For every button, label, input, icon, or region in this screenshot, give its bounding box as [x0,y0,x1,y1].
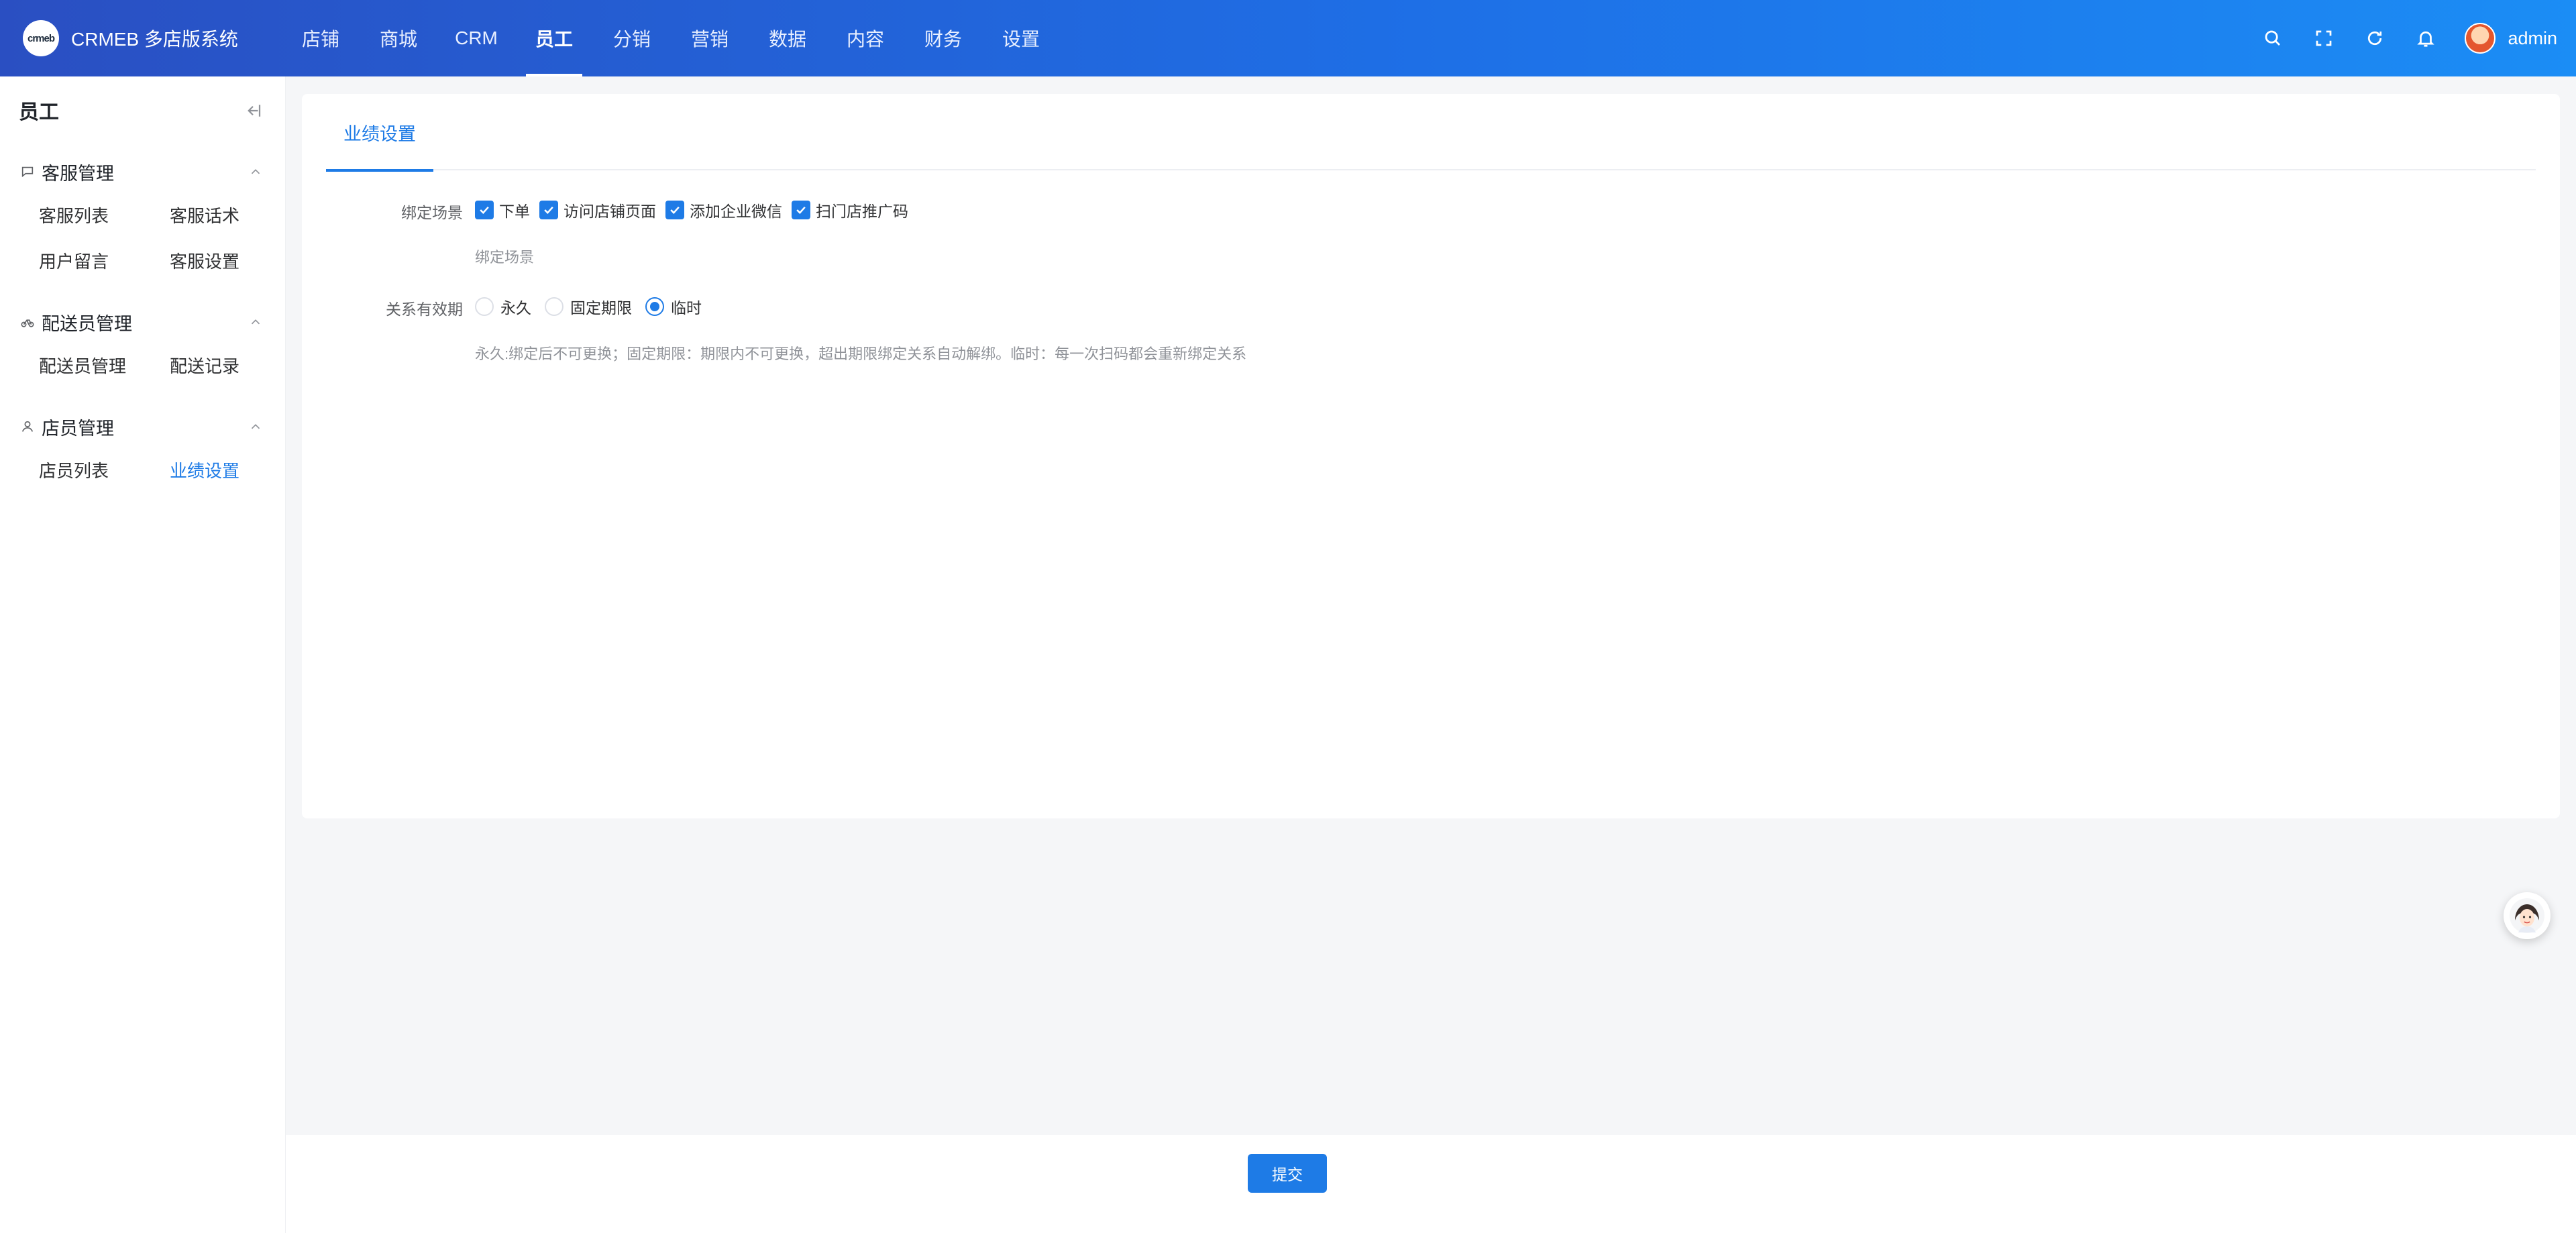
radio-temporary[interactable] [645,297,664,316]
sidebar-item-cs-phrases[interactable]: 客服话术 [170,192,301,237]
nav-item-data[interactable]: 数据 [749,0,826,76]
checkbox-label[interactable]: 添加企业微信 [690,199,782,221]
checkbox-label[interactable]: 访问店铺页面 [564,199,656,221]
nav-item-distribution[interactable]: 分销 [593,0,671,76]
checkbox-scan-promo-code[interactable] [792,201,810,219]
check-icon [544,206,553,214]
relation-period-options: 永久 固定期限 临时 [475,295,715,318]
chat-icon [21,166,34,178]
sidebar-group-head[interactable]: 配送员管理 [0,302,286,342]
sidebar-item-user-messages[interactable]: 用户留言 [39,237,170,283]
refresh-icon[interactable] [2349,18,2400,58]
nav-item-store[interactable]: 店铺 [282,0,360,76]
relation-period-label: 关系有效期 [386,301,463,318]
tab-performance-settings[interactable]: 业绩设置 [326,94,433,172]
nav-item-finance[interactable]: 财务 [904,0,982,76]
logo-icon: crmeb [23,20,59,56]
nav-item-staff[interactable]: 员工 [515,0,593,76]
sidebar-item-cs-settings[interactable]: 客服设置 [170,237,301,283]
nav-item-settings[interactable]: 设置 [982,0,1060,76]
nav-item-marketing[interactable]: 营销 [671,0,749,76]
sidebar-item-performance-settings[interactable]: 业绩设置 [170,447,301,492]
user-name[interactable]: admin [2508,28,2557,49]
collapse-icon[interactable] [243,101,263,121]
bind-scene-options: 下单 访问店铺页面 添加企业微信 扫门店推广码 [475,199,918,221]
fullscreen-icon[interactable] [2298,18,2349,58]
sidebar-title: 员工 [19,101,59,123]
nav-item-crm[interactable]: CRM [437,0,515,76]
assistant-avatar-icon[interactable] [2504,892,2551,939]
chevron-up-icon [251,319,260,325]
bind-scene-label: 绑定场景 [401,204,463,221]
app-title: CRMEB 多店版系统 [71,29,238,50]
chevron-up-icon [251,424,260,429]
top-header: crmeb CRMEB 多店版系统 店铺 商城 CRM 员工 分销 营销 数据 … [0,0,2576,76]
sidebar-group-label: 客服管理 [42,163,114,184]
person-icon [21,421,34,432]
sidebar-group-head[interactable]: 客服管理 [0,152,286,192]
bell-icon[interactable] [2400,18,2451,58]
checkbox-label[interactable]: 下单 [499,199,530,221]
sidebar-group-label: 店员管理 [42,418,114,439]
checkbox-visit-store[interactable] [539,201,558,219]
sidebar-group-head[interactable]: 店员管理 [0,407,286,447]
relation-period-hint: 永久:绑定后不可更换；固定期限：期限内不可更换，超出期限绑定关系自动解绑。临时：… [475,345,1247,362]
sidebar-item-clerk-list[interactable]: 店员列表 [39,447,170,492]
settings-card: 业绩设置 绑定场景 下单 访问店铺页面 添加企业微信 扫门店推广码 绑定场景 关… [302,94,2560,818]
check-icon [480,206,489,214]
sidebar-item-delivery-manage[interactable]: 配送员管理 [39,342,170,388]
sidebar-group-clerk: 店员管理 店员列表 业绩设置 [0,407,286,492]
footer-bar: 提交 [286,1135,2576,1233]
radio-fixed-term[interactable] [545,297,564,316]
submit-button[interactable]: 提交 [1248,1154,1327,1193]
checkbox-order[interactable] [475,201,494,219]
sidebar: 员工 客服管理 客服列表 客服话术 用户留言 客服设置 配送员管理 配送员管理 … [0,76,286,1233]
radio-label[interactable]: 永久 [500,295,531,318]
sidebar-item-cs-list[interactable]: 客服列表 [39,192,170,237]
radio-label[interactable]: 固定期限 [570,295,632,318]
check-icon [670,206,680,214]
checkbox-add-wecom[interactable] [665,201,684,219]
tab-bar: 业绩设置 [326,94,2536,172]
bicycle-icon [21,319,34,327]
avatar[interactable] [2465,23,2496,54]
bind-scene-hint: 绑定场景 [475,249,535,266]
sidebar-item-delivery-records[interactable]: 配送记录 [170,342,301,388]
top-nav: 店铺 商城 CRM 员工 分销 营销 数据 内容 财务 设置 [282,0,1060,76]
radio-permanent[interactable] [475,297,494,316]
logo[interactable]: crmeb CRMEB 多店版系统 [0,20,282,56]
header-tools: admin [2247,18,2576,58]
nav-item-content[interactable]: 内容 [826,0,904,76]
checkbox-label[interactable]: 扫门店推广码 [816,199,908,221]
radio-label[interactable]: 临时 [671,295,702,318]
check-icon [796,206,806,214]
sidebar-group-delivery: 配送员管理 配送员管理 配送记录 [0,302,286,388]
nav-item-mall[interactable]: 商城 [360,0,437,76]
sidebar-group-label: 配送员管理 [42,313,132,334]
search-icon[interactable] [2247,18,2298,58]
assistant-face-icon [2510,898,2544,933]
sidebar-group-customer-service: 客服管理 客服列表 客服话术 用户留言 客服设置 [0,152,286,283]
chevron-up-icon [251,169,260,174]
